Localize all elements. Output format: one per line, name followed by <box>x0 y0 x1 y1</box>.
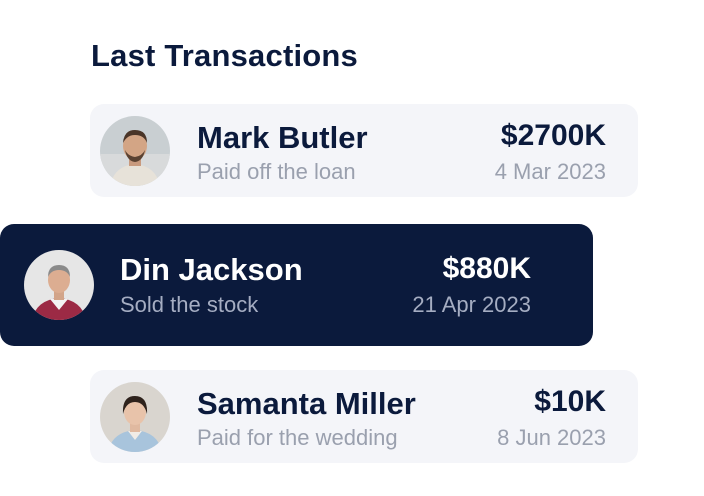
avatar <box>100 116 170 186</box>
transaction-date: 4 Mar 2023 <box>494 159 606 184</box>
transaction-name: Samanta Miller <box>197 386 416 421</box>
avatar-photo-icon <box>100 116 170 186</box>
transaction-amount: $2700K <box>500 119 606 152</box>
transaction-name: Mark Butler <box>197 120 368 155</box>
transaction-amount: $880K <box>442 252 531 285</box>
avatar <box>100 382 170 452</box>
transaction-card-din-jackson[interactable]: Din Jackson Sold the stock $880K 21 Apr … <box>0 224 593 346</box>
avatar-photo-icon <box>100 382 170 452</box>
transaction-card-mark-butler[interactable]: Mark Butler Paid off the loan $2700K 4 M… <box>90 104 638 197</box>
transaction-description: Sold the stock <box>120 292 259 317</box>
transaction-card-samanta-miller[interactable]: Samanta Miller Paid for the wedding $10K… <box>90 370 638 463</box>
transaction-description: Paid off the loan <box>197 159 356 184</box>
avatar <box>24 250 94 320</box>
transaction-description: Paid for the wedding <box>197 425 398 450</box>
transactions-widget: Last Transactions Mark Butler Paid off t… <box>0 0 704 496</box>
transaction-date: 8 Jun 2023 <box>497 425 606 450</box>
avatar-photo-icon <box>24 250 94 320</box>
transaction-name: Din Jackson <box>120 252 303 287</box>
transaction-amount: $10K <box>534 385 606 418</box>
transaction-date: 21 Apr 2023 <box>412 292 531 317</box>
section-title: Last Transactions <box>91 38 358 73</box>
